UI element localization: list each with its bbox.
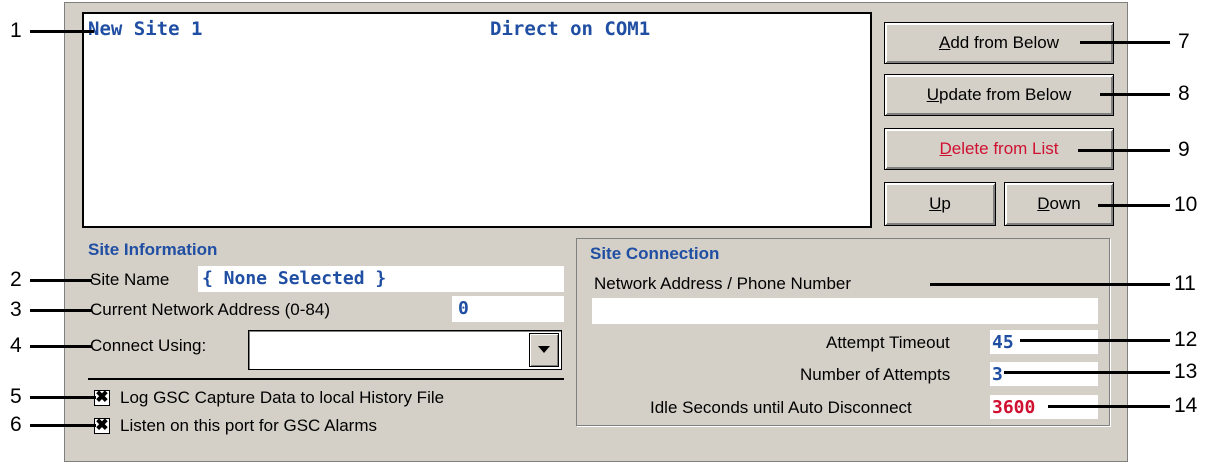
site-list-name: New Site 1 bbox=[88, 18, 203, 40]
delete-label: elete from List bbox=[951, 139, 1059, 158]
site-list[interactable]: New Site 1 Direct on COM1 bbox=[82, 12, 872, 228]
callout-line-9 bbox=[1078, 149, 1170, 152]
attempt-timeout-value: 45 bbox=[992, 332, 1014, 353]
callout-line-14 bbox=[1048, 405, 1170, 408]
callout-5: 5 bbox=[10, 385, 22, 408]
add-mnemonic: A bbox=[938, 33, 951, 52]
up-mnemonic: U bbox=[929, 194, 942, 213]
up-label: p bbox=[941, 194, 951, 213]
down-mnemonic: D bbox=[1037, 194, 1050, 213]
attempt-timeout-label: Attempt Timeout bbox=[826, 333, 950, 352]
callout-6: 6 bbox=[10, 413, 22, 436]
site-name-value: { None Selected } bbox=[202, 268, 387, 289]
site-list-connection: Direct on COM1 bbox=[490, 18, 651, 40]
idle-seconds-label: Idle Seconds until Auto Disconnect bbox=[650, 398, 912, 417]
callout-10: 10 bbox=[1174, 193, 1198, 216]
dropdown-button[interactable] bbox=[529, 333, 559, 367]
callout-13: 13 bbox=[1174, 360, 1198, 383]
site-name-label: Site Name bbox=[90, 270, 170, 289]
listen-alarms-label: Listen on this port for GSC Alarms bbox=[120, 416, 377, 435]
callout-7: 7 bbox=[1178, 30, 1190, 53]
network-address-field[interactable]: 0 bbox=[452, 296, 564, 322]
add-label: dd from Below bbox=[950, 33, 1059, 52]
callout-line-2 bbox=[30, 279, 92, 282]
callout-line-5 bbox=[30, 396, 96, 399]
chevron-down-icon bbox=[538, 346, 550, 353]
callout-9: 9 bbox=[1178, 138, 1190, 161]
callout-12: 12 bbox=[1174, 328, 1198, 351]
callout-line-3 bbox=[30, 309, 92, 312]
idle-seconds-value: 3600 bbox=[992, 397, 1036, 418]
callout-line-1 bbox=[30, 30, 94, 33]
number-of-attempts-value: 3 bbox=[992, 364, 1003, 385]
site-connection-title: Site Connection bbox=[590, 244, 720, 263]
network-address-value: 0 bbox=[458, 298, 469, 319]
listen-alarms-checkbox[interactable]: ✖ bbox=[94, 418, 110, 434]
update-from-below-button[interactable]: Update from Below bbox=[884, 74, 1114, 116]
callout-line-6 bbox=[30, 424, 96, 427]
phone-number-field[interactable] bbox=[592, 298, 1098, 324]
listen-alarms-checkbox-row[interactable]: ✖ Listen on this port for GSC Alarms bbox=[94, 414, 564, 438]
callout-line-4 bbox=[30, 345, 92, 348]
callout-1: 1 bbox=[10, 19, 22, 42]
number-of-attempts-field[interactable]: 3 bbox=[990, 362, 1098, 386]
attempt-timeout-field[interactable]: 45 bbox=[990, 330, 1098, 354]
update-label: pdate from Below bbox=[938, 85, 1072, 104]
down-label: own bbox=[1049, 194, 1081, 213]
log-history-label: Log GSC Capture Data to local History Fi… bbox=[120, 388, 445, 407]
log-history-checkbox-row[interactable]: ✖ Log GSC Capture Data to local History … bbox=[94, 386, 564, 410]
callout-2: 2 bbox=[10, 268, 22, 291]
number-of-attempts-label: Number of Attempts bbox=[800, 365, 951, 384]
callout-3: 3 bbox=[10, 298, 22, 321]
up-button[interactable]: Up bbox=[884, 182, 996, 226]
callout-4: 4 bbox=[10, 334, 22, 357]
checkmark-icon: ✖ bbox=[95, 389, 109, 406]
log-history-checkbox[interactable]: ✖ bbox=[94, 390, 110, 406]
callout-line-8 bbox=[1100, 93, 1170, 96]
site-name-field[interactable]: { None Selected } bbox=[198, 266, 564, 292]
callout-line-13 bbox=[1004, 371, 1170, 374]
update-mnemonic: U bbox=[926, 85, 939, 104]
phone-number-label: Network Address / Phone Number bbox=[594, 274, 852, 293]
callout-line-7 bbox=[1080, 41, 1170, 44]
callout-11: 11 bbox=[1174, 272, 1196, 295]
callout-8: 8 bbox=[1178, 82, 1190, 105]
checkmark-icon: ✖ bbox=[95, 417, 109, 434]
callout-line-10 bbox=[1098, 204, 1170, 207]
callout-line-12 bbox=[1020, 339, 1170, 342]
divider bbox=[88, 378, 564, 380]
site-information-title: Site Information bbox=[88, 240, 218, 259]
connect-using-select[interactable] bbox=[248, 330, 562, 370]
site-list-row[interactable]: New Site 1 Direct on COM1 bbox=[88, 18, 868, 44]
connect-using-label: Connect Using: bbox=[90, 336, 207, 355]
delete-mnemonic: D bbox=[939, 139, 952, 158]
callout-line-11 bbox=[930, 283, 1170, 286]
callout-14: 14 bbox=[1174, 394, 1198, 417]
network-address-label: Current Network Address (0-84) bbox=[90, 300, 330, 319]
